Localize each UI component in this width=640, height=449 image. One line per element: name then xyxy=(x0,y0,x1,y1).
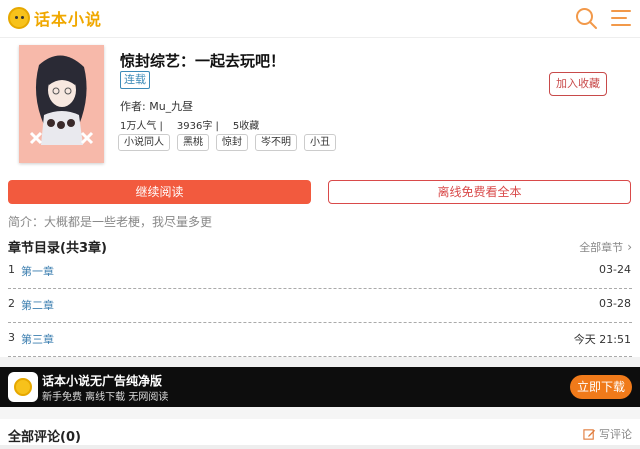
chapter-row[interactable]: 1 第一章 03-24 xyxy=(8,257,632,289)
toc-title: 章节目录(共3章) xyxy=(8,241,107,256)
app-logo-icon xyxy=(8,372,38,402)
cover-illustration xyxy=(19,45,104,163)
chapter-date: 03-24 xyxy=(599,263,631,276)
tag-item[interactable]: 黑桃 xyxy=(177,134,209,151)
book-cover[interactable] xyxy=(19,45,104,163)
chapter-row[interactable]: 2 第二章 03-28 xyxy=(8,291,632,323)
continue-reading-button[interactable]: 继续阅读 xyxy=(8,180,311,204)
popularity-count: 1万人气 | xyxy=(120,121,163,132)
search-icon[interactable] xyxy=(574,6,598,30)
chapter-date: 03-28 xyxy=(599,297,631,310)
edit-icon xyxy=(583,428,596,440)
top-header: 话本小说 xyxy=(0,0,640,38)
chapter-number: 2 xyxy=(8,297,15,310)
write-comment-button[interactable]: 写评论 xyxy=(583,426,632,442)
offline-free-read-button[interactable]: 离线免费看全本 xyxy=(328,180,631,204)
chapter-name[interactable]: 第一章 xyxy=(21,263,54,279)
chapter-row[interactable]: 3 第三章 今天 21:51 xyxy=(8,325,632,357)
write-comment-label: 写评论 xyxy=(599,428,632,441)
section-divider xyxy=(0,357,640,367)
app-logo[interactable]: 话本小说 xyxy=(8,6,102,30)
chevron-right-icon: › xyxy=(627,240,632,254)
book-author[interactable]: 作者: Mu_九昼 xyxy=(120,98,193,114)
chapter-number: 1 xyxy=(8,263,15,276)
tag-list: 小说同人 黑桃 惊封 岑不明 小丑 xyxy=(118,134,343,151)
chapter-name[interactable]: 第二章 xyxy=(21,297,54,313)
menu-icon[interactable] xyxy=(609,6,633,30)
chapter-date: 今天 21:51 xyxy=(573,333,631,346)
download-button[interactable]: 立即下载 xyxy=(570,375,632,399)
logo-icon xyxy=(8,7,30,29)
chapter-number: 3 xyxy=(8,331,15,344)
favorites-count: 5收藏 xyxy=(232,121,260,132)
comments-title: 全部评论(0) xyxy=(8,430,81,445)
tag-item[interactable]: 岑不明 xyxy=(255,134,297,151)
status-badge: 连载 xyxy=(120,71,150,89)
banner-title: 话本小说无广告纯净版 xyxy=(42,374,163,388)
comments-divider xyxy=(0,445,640,449)
word-count: 3936字 | xyxy=(176,121,219,132)
banner-subtitle: 新手免费 离线下载 无网阅读 xyxy=(42,392,169,403)
app-promo-banner[interactable]: 话本小说无广告纯净版 新手免费 离线下载 无网阅读 xyxy=(0,367,640,407)
tag-item[interactable]: 惊封 xyxy=(216,134,248,151)
tag-item[interactable]: 小说同人 xyxy=(118,134,170,151)
logo-text: 话本小说 xyxy=(34,10,103,29)
all-chapters-link[interactable]: 全部章节 › xyxy=(579,239,632,255)
book-title: 惊封综艺：一起去玩吧！ xyxy=(120,52,286,70)
tag-item[interactable]: 小丑 xyxy=(304,134,336,151)
add-favorite-button[interactable]: 加入收藏 xyxy=(549,72,607,96)
section-divider xyxy=(0,407,640,419)
all-chapters-label: 全部章节 xyxy=(579,241,624,254)
book-stats: 1万人气 | 3936字 | 5收藏 xyxy=(120,117,273,132)
chapter-name[interactable]: 第三章 xyxy=(21,331,54,347)
book-intro: 简介：大概都是一些老梗，我尽量多更 xyxy=(8,215,213,229)
